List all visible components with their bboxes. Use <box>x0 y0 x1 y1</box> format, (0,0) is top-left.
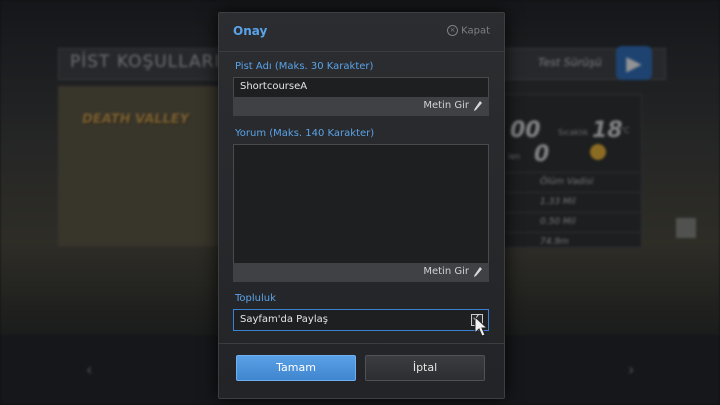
close-label: Kapat <box>461 25 490 37</box>
confirm-dialog: Onay × Kapat Pist Adı (Maks. 30 Karakter)… <box>218 12 505 399</box>
dialog-header: Onay × Kapat <box>219 13 504 52</box>
chevron-left-icon: ‹ <box>86 360 93 379</box>
background-wind-label: len <box>508 152 521 161</box>
background-row: 0.50 Mil <box>488 212 640 232</box>
background-temp-unit: °C <box>620 126 630 135</box>
share-on-my-page-label: Sayfam'da Paylaş <box>240 314 328 325</box>
chevron-right-icon: › <box>628 360 635 379</box>
background-track-map <box>58 86 228 246</box>
close-icon: × <box>447 25 459 36</box>
cancel-button[interactable]: İptal <box>365 355 485 381</box>
pencil-icon <box>474 101 482 111</box>
background-row: 1.33 Mil <box>488 192 640 212</box>
background-track-logo: DEATH VALLEY <box>80 112 191 127</box>
comment-label: Yorum (Maks. 140 Karakter) <box>235 128 375 139</box>
close-button[interactable]: × Kapat <box>447 25 490 37</box>
track-name-value: ShortcourseA <box>240 81 308 92</box>
dialog-title: Onay <box>233 24 268 38</box>
background-screen-title: PİST KOŞULLARI <box>70 52 221 72</box>
ok-button[interactable]: Tamam <box>236 355 356 381</box>
test-drive-icon: ▶ <box>616 46 652 80</box>
comment-textarea[interactable] <box>233 144 489 264</box>
track-name-enter-text-button[interactable]: Metin Gir <box>233 97 489 116</box>
background-stat-big-right: 18 <box>592 118 623 143</box>
comment-enter-text-button[interactable]: Metin Gir <box>233 263 489 282</box>
cursor-icon <box>474 316 489 337</box>
enter-text-label: Metin Gir <box>423 266 469 277</box>
pencil-icon <box>474 267 482 277</box>
background-square <box>676 218 696 238</box>
enter-text-label: Metin Gir <box>423 100 469 111</box>
dialog-divider <box>219 343 504 344</box>
sun-icon <box>590 144 606 160</box>
share-on-my-page-option[interactable]: Sayfam'da Paylaş ✓ <box>233 309 489 331</box>
track-name-input[interactable]: ShortcourseA <box>233 77 489 99</box>
background-row: 74.9m <box>488 232 640 252</box>
track-name-label: Pist Adı (Maks. 30 Karakter) <box>235 61 374 72</box>
background-temp-label: Sıcaklık <box>558 128 589 137</box>
background-wind-big: 0 <box>534 142 550 167</box>
background-test-drive-label: Test Sürüşü <box>538 56 602 69</box>
background-stat-rows: Ölüm Vadisi 1.33 Mil 0.50 Mil 74.9m <box>488 172 640 252</box>
community-label: Topluluk <box>235 293 276 304</box>
background-stat-big-left: 00 <box>510 118 541 143</box>
background-row: Ölüm Vadisi <box>488 172 640 192</box>
